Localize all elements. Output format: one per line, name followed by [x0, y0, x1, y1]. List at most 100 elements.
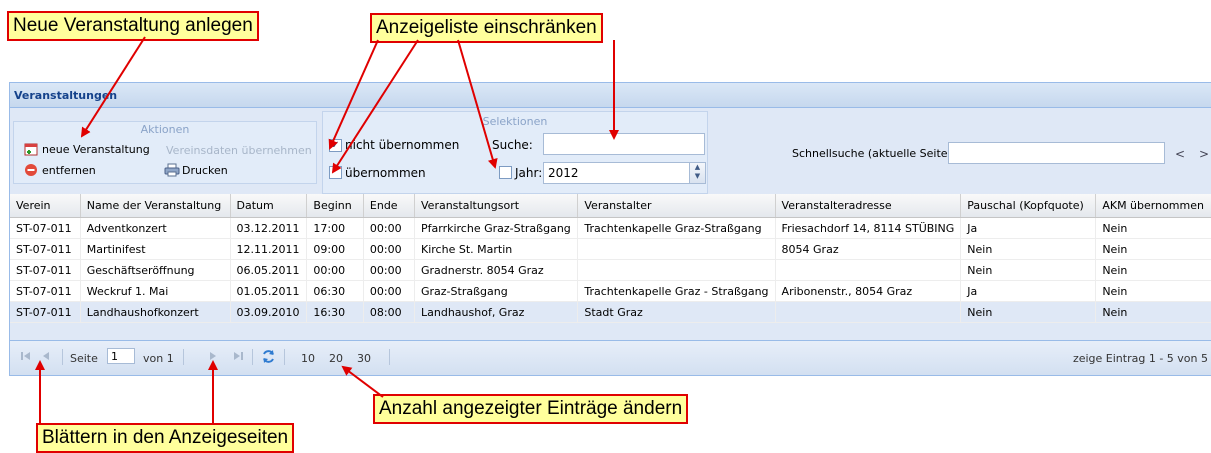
- year-checkbox[interactable]: [499, 166, 512, 179]
- table-cell: Adventkonzert: [80, 217, 231, 239]
- selections-group: Selektionen ✓ nicht übernommen übernomme…: [322, 111, 708, 194]
- prev-page-icon[interactable]: [40, 350, 52, 365]
- remove-button[interactable]: entfernen: [24, 163, 96, 177]
- table-row[interactable]: ST-07-011 Weckruf 1. Mai 01.05.2011 06:30 00…: [10, 280, 1211, 302]
- table-cell: Pfarrkirche Graz-Straßgang: [414, 217, 579, 239]
- page-size-20[interactable]: 20: [329, 352, 343, 365]
- table-cell: ST-07-011: [10, 217, 81, 239]
- table-cell: [577, 259, 776, 281]
- events-grid: Verein Name der Veranstaltung Datum Beginn E…: [10, 194, 1211, 323]
- table-cell: [577, 238, 776, 260]
- table-cell: 01.05.2011: [230, 280, 308, 302]
- not-taken-label: nicht übernommen: [345, 138, 460, 152]
- table-cell: Trachtenkapelle Graz-Straßgang: [577, 217, 776, 239]
- table-cell: 09:00: [306, 238, 364, 260]
- table-cell: Kirche St. Martin: [414, 238, 579, 260]
- table-cell: Geschäftseröffnung: [80, 259, 231, 281]
- table-cell: Landhaushofkonzert: [80, 301, 231, 323]
- grid-header-row: Verein Name der Veranstaltung Datum Beginn E…: [10, 194, 1211, 218]
- page-size-10[interactable]: 10: [301, 352, 315, 365]
- table-cell: Ja: [960, 217, 1097, 239]
- table-cell: 8054 Graz: [775, 238, 962, 260]
- pager-info: zeige Eintrag 1 - 5 von 5: [1072, 352, 1208, 365]
- quicksearch-next-button[interactable]: >: [1199, 147, 1209, 161]
- page-number-input[interactable]: 1: [107, 348, 135, 364]
- column-header[interactable]: Veranstaltungsort: [414, 194, 579, 218]
- search-label: Suche:: [492, 138, 533, 152]
- club-data-button[interactable]: Vereinsdaten übernehmen: [166, 144, 312, 157]
- column-header[interactable]: Name der Veranstaltung: [80, 194, 231, 218]
- table-cell: Nein: [1095, 301, 1211, 323]
- table-row[interactable]: ST-07-011 Landhaushofkonzert 03.09.2010 16:…: [10, 301, 1211, 323]
- refresh-icon[interactable]: [261, 349, 276, 367]
- column-header[interactable]: Beginn: [306, 194, 364, 218]
- table-cell: 00:00: [363, 280, 416, 302]
- last-page-icon[interactable]: [232, 350, 244, 365]
- table-row[interactable]: ST-07-011 Martinifest 12.11.2011 09:00 00:00…: [10, 238, 1211, 260]
- column-header[interactable]: Pauschal (Kopfquote): [960, 194, 1097, 218]
- not-taken-checkbox[interactable]: ✓: [329, 139, 342, 152]
- events-panel: Veranstaltungen Aktionen neue Veranstalt…: [9, 82, 1211, 376]
- column-header[interactable]: Ende: [363, 194, 416, 218]
- page-count-label: von 1: [143, 352, 174, 365]
- quicksearch-prev-button[interactable]: <: [1175, 147, 1185, 161]
- table-cell: 17:00: [306, 217, 364, 239]
- club-data-label: Vereinsdaten übernehmen: [166, 144, 312, 157]
- pager-separator: [284, 349, 285, 365]
- print-button[interactable]: Drucken: [164, 163, 228, 177]
- table-cell: Aribonenstr., 8054 Graz: [775, 280, 962, 302]
- search-input[interactable]: [543, 133, 705, 155]
- column-header[interactable]: Verein: [10, 194, 81, 218]
- table-cell: 08:00: [363, 301, 416, 323]
- panel-header: Veranstaltungen: [10, 83, 1211, 108]
- table-cell: Nein: [1095, 280, 1211, 302]
- table-cell: Nein: [1095, 238, 1211, 260]
- panel-title: Veranstaltungen: [14, 89, 118, 102]
- table-cell: 06:30: [306, 280, 364, 302]
- actions-group: Aktionen neue Veranstaltung Vereinsdaten…: [13, 121, 317, 184]
- taken-label: übernommen: [345, 166, 426, 180]
- table-cell: 00:00: [363, 238, 416, 260]
- year-label: Jahr:: [515, 166, 543, 180]
- new-event-button[interactable]: neue Veranstaltung: [24, 142, 150, 156]
- column-header[interactable]: Datum: [230, 194, 308, 218]
- pager: Seite 1 von 1 10 20 30 zeige Eintrag 1 -…: [10, 340, 1211, 375]
- table-row[interactable]: ST-07-011 Geschäftseröffnung 06.05.2011 00:…: [10, 259, 1211, 281]
- year-spinner[interactable]: ▲ ▼: [689, 162, 706, 184]
- table-cell: 06.05.2011: [230, 259, 308, 281]
- events-table: Verein Name der Veranstaltung Datum Beginn E…: [10, 194, 1211, 323]
- table-cell: 00:00: [306, 259, 364, 281]
- table-cell: Graz-Straßgang: [414, 280, 579, 302]
- table-cell: ST-07-011: [10, 259, 81, 281]
- actions-group-title: Aktionen: [140, 123, 190, 136]
- table-cell: Landhaushof, Graz: [414, 301, 579, 323]
- toolbar: Aktionen neue Veranstaltung Vereinsdaten…: [10, 108, 1211, 194]
- table-row[interactable]: ST-07-011 Adventkonzert 03.12.2011 17:00 00:…: [10, 217, 1211, 239]
- column-header[interactable]: Veranstalter: [577, 194, 776, 218]
- printer-icon: [164, 163, 180, 177]
- table-cell: ST-07-011: [10, 280, 81, 302]
- selections-group-title: Selektionen: [482, 115, 548, 128]
- table-cell: 12.11.2011: [230, 238, 308, 260]
- year-input[interactable]: 2012: [543, 162, 690, 184]
- table-cell: ST-07-011: [10, 301, 81, 323]
- table-cell: Friesachdorf 14, 8114 STÜBING: [775, 217, 962, 239]
- next-page-icon[interactable]: [207, 350, 219, 365]
- first-page-icon[interactable]: [20, 350, 32, 365]
- taken-checkbox[interactable]: [329, 166, 342, 179]
- table-cell: Gradnerstr. 8054 Graz: [414, 259, 579, 281]
- table-cell: 03.12.2011: [230, 217, 308, 239]
- table-cell: 16:30: [306, 301, 364, 323]
- pager-separator: [183, 349, 184, 365]
- table-cell: [775, 301, 962, 323]
- callout-paging: Blättern in den Anzeigeseiten: [36, 423, 295, 453]
- column-header[interactable]: AKM übernommen: [1095, 194, 1211, 218]
- page-size-30[interactable]: 30: [357, 352, 371, 365]
- pager-separator: [62, 349, 63, 365]
- column-header[interactable]: Veranstalteradresse: [775, 194, 962, 218]
- table-cell: Nein: [1095, 259, 1211, 281]
- table-cell: [775, 259, 962, 281]
- quicksearch-input[interactable]: [948, 142, 1165, 164]
- table-cell: 00:00: [363, 217, 416, 239]
- table-cell: Nein: [960, 259, 1097, 281]
